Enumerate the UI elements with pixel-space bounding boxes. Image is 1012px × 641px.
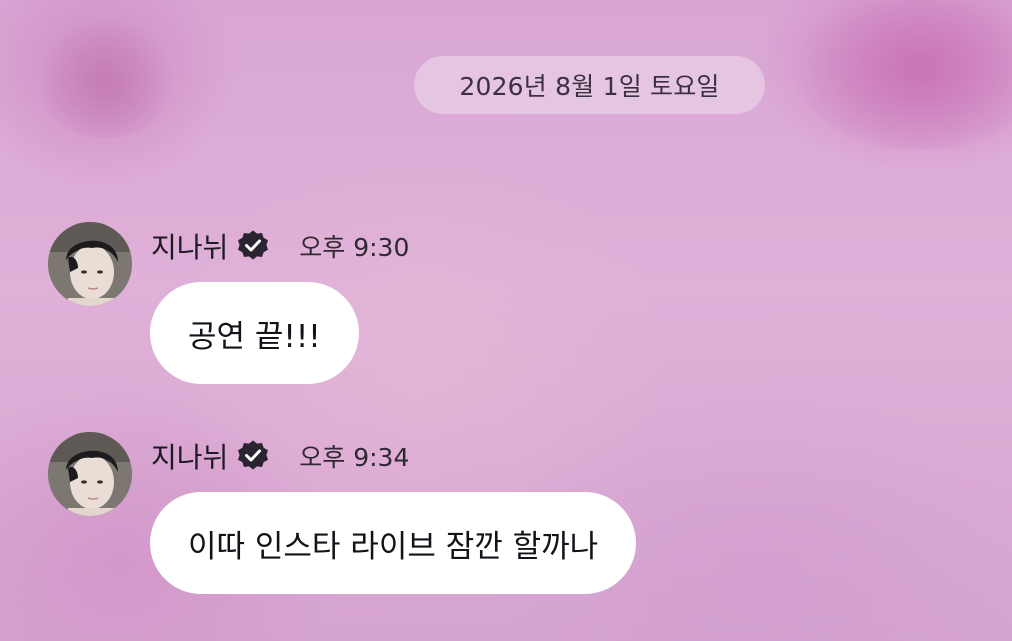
verified-badge-icon [236,439,270,473]
background-blob [790,0,1012,150]
date-separator: 2026년 8월 1일 토요일 [414,56,765,114]
avatar[interactable] [48,432,132,516]
message-bubble[interactable]: 공연 끝!!! [150,282,359,384]
sender-name[interactable]: 지나뉘 [151,436,228,476]
message-bubble[interactable]: 이따 인스타 라이브 잠깐 할까나 [150,492,637,594]
avatar[interactable] [48,222,132,306]
verified-badge-icon [236,229,270,263]
message-time: 오후 9:34 [299,443,410,472]
message-meta: 지나뉘 오후 9:30 [151,226,409,266]
message-time: 오후 9:30 [299,233,410,262]
message-meta: 지나뉘 오후 9:34 [151,436,409,476]
background-blob [36,20,176,138]
sender-name[interactable]: 지나뉘 [151,226,228,266]
